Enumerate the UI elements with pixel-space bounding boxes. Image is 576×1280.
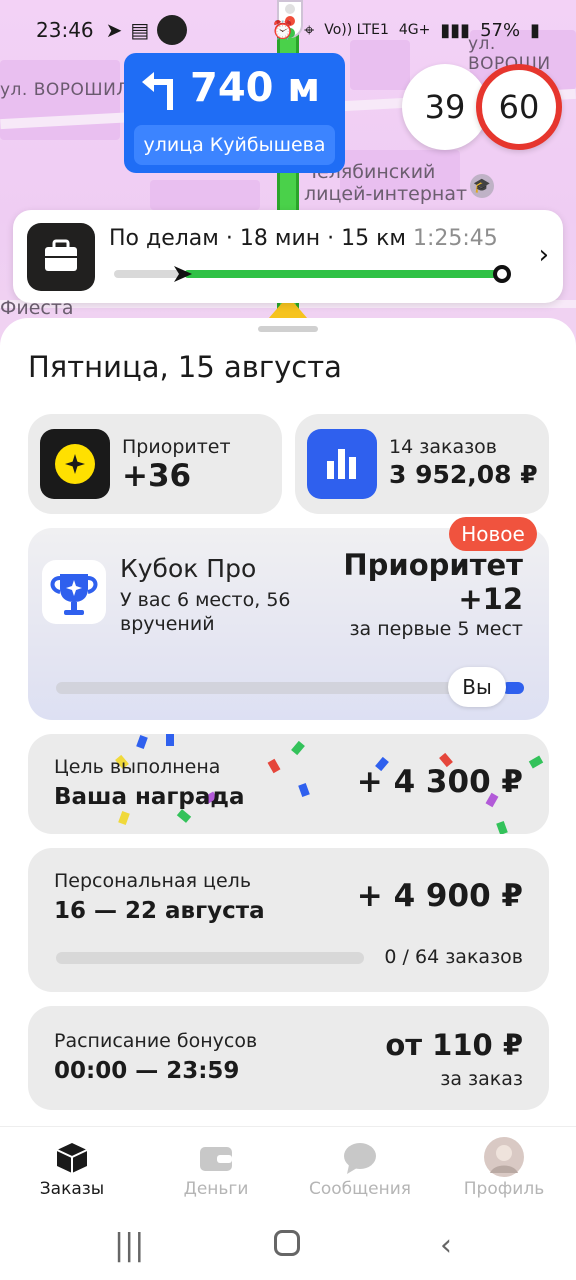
cup-title: Кубок Про — [120, 554, 257, 583]
you-marker: Вы — [448, 667, 506, 707]
cup-reward-value: +12 — [458, 582, 523, 616]
priority-label: Приоритет — [122, 436, 231, 458]
priority-value: +36 — [122, 458, 192, 494]
personal-goal-progress-text: 0 / 64 заказов — [384, 946, 523, 968]
back-icon[interactable]: ‹ — [440, 1228, 452, 1263]
personal-goal-amount: + 4 900 ₽ — [356, 878, 523, 914]
route-progress-bar — [114, 265, 511, 283]
tab-orders[interactable]: Заказы — [0, 1127, 144, 1212]
page-title: Пятница, 15 августа — [28, 350, 342, 384]
trophy-icon — [42, 560, 106, 624]
tab-profile[interactable]: Профиль — [432, 1127, 576, 1212]
cup-pro-card[interactable]: Новое Кубок Про У вас 6 место, 56 вручен… — [28, 517, 549, 720]
tab-label: Заказы — [39, 1179, 105, 1199]
orders-count: 14 заказов — [389, 436, 498, 458]
tab-label: Деньги — [183, 1179, 249, 1199]
personal-goal-card[interactable]: Персональная цель 16 — 22 августа + 4 90… — [28, 848, 549, 992]
goal-completed-label: Цель выполнена — [54, 756, 221, 778]
goal-completed-subtitle: Ваша награда — [54, 784, 245, 810]
system-navigation-bar: ||| ‹ — [0, 1212, 576, 1280]
goal-completed-card[interactable]: Цель выполнена Ваша награда + 4 300 ₽ — [28, 734, 549, 834]
tab-messages[interactable]: Сообщения — [288, 1127, 432, 1212]
message-icon: ▤ — [130, 18, 150, 42]
avatar-icon — [484, 1137, 524, 1177]
progress-arrow-icon — [174, 266, 192, 282]
cup-reward-note: за первые 5 мест — [349, 618, 523, 640]
route-title: По делам · 18 мин · 15 км 1:25:45 — [109, 226, 498, 251]
poi-label: лицей-интернат — [304, 183, 468, 205]
recent-apps-icon[interactable]: ||| — [114, 1228, 144, 1263]
bonus-schedule-hours: 00:00 — 23:59 — [54, 1058, 240, 1084]
personal-goal-progress-bar — [56, 952, 364, 964]
volte-icon: Vo)) LTE1 — [324, 22, 389, 38]
school-icon: 🎓 — [470, 174, 494, 198]
priority-card[interactable]: Приоритет +36 — [28, 414, 282, 514]
cup-subtitle: У вас 6 место, 56 вручений — [120, 589, 291, 635]
battery-text: 57% — [480, 19, 521, 41]
goal-completed-amount: + 4 300 ₽ — [356, 764, 523, 800]
battery-icon: ▮ — [530, 19, 540, 41]
maneuver-distance: 740 м — [190, 65, 321, 111]
route-eta: 1:25:45 — [412, 226, 498, 251]
tab-money[interactable]: Деньги — [144, 1127, 288, 1212]
chevron-right-icon[interactable]: › — [539, 240, 549, 270]
map-view[interactable]: ул. ВОРОШИ ул. ВОРОШИЛО Челябинский лице… — [0, 0, 576, 360]
maneuver-street: улица Куйбышева — [134, 125, 335, 165]
turn-left-icon — [142, 72, 173, 110]
bottom-tab-bar: Заказы Деньги Сообщения Профиль — [0, 1126, 576, 1212]
status-bar: 23:46 ➤ ▤ ⏰ ⌖ Vo)) LTE1 4G+ ▮▮▮ 57% ▮ — [0, 0, 576, 60]
street-label: ул. ВОРОШИЛО — [0, 80, 144, 100]
personal-goal-label: Персональная цель — [54, 870, 252, 892]
location-icon: ⌖ — [304, 19, 315, 41]
bonus-schedule-amount: от 110 ₽ — [385, 1028, 523, 1062]
sheet-handle[interactable] — [258, 326, 318, 332]
clock: 23:46 — [36, 18, 94, 42]
bonus-schedule-note: за заказ — [440, 1068, 523, 1090]
orders-earnings: 3 952,08 ₽ — [389, 460, 538, 489]
orders-card[interactable]: 14 заказов 3 952,08 ₽ — [295, 414, 549, 514]
wallet-icon — [200, 1147, 232, 1171]
new-badge: Новое — [449, 517, 537, 551]
telegram-icon: ➤ — [105, 18, 123, 42]
network-type-icon: 4G+ — [398, 22, 431, 38]
speed-limit-sign: 60 — [476, 64, 562, 150]
personal-goal-dates: 16 — 22 августа — [54, 898, 265, 924]
destination-icon — [493, 265, 511, 283]
stats-icon — [307, 429, 377, 499]
bonus-schedule-card[interactable]: Расписание бонусов 00:00 — 23:59 от 110 … — [28, 1006, 549, 1110]
priority-icon — [40, 429, 110, 499]
bonus-schedule-label: Расписание бонусов — [54, 1030, 258, 1052]
route-summary-card[interactable]: По делам · 18 мин · 15 км 1:25:45 › — [13, 210, 563, 303]
signal-icon: ▮▮▮ — [440, 19, 471, 41]
maneuver-card[interactable]: 740 м улица Куйбышева — [124, 53, 345, 173]
tab-label: Сообщения — [308, 1179, 412, 1199]
cup-reward-title: Приоритет — [343, 548, 523, 582]
box-icon — [56, 1143, 88, 1173]
briefcase-icon — [27, 223, 95, 291]
tab-label: Профиль — [463, 1179, 545, 1199]
chat-icon — [344, 1143, 376, 1174]
alarm-icon: ⏰ — [271, 19, 295, 41]
app-avatar-icon — [157, 15, 188, 45]
home-icon[interactable] — [274, 1230, 300, 1256]
